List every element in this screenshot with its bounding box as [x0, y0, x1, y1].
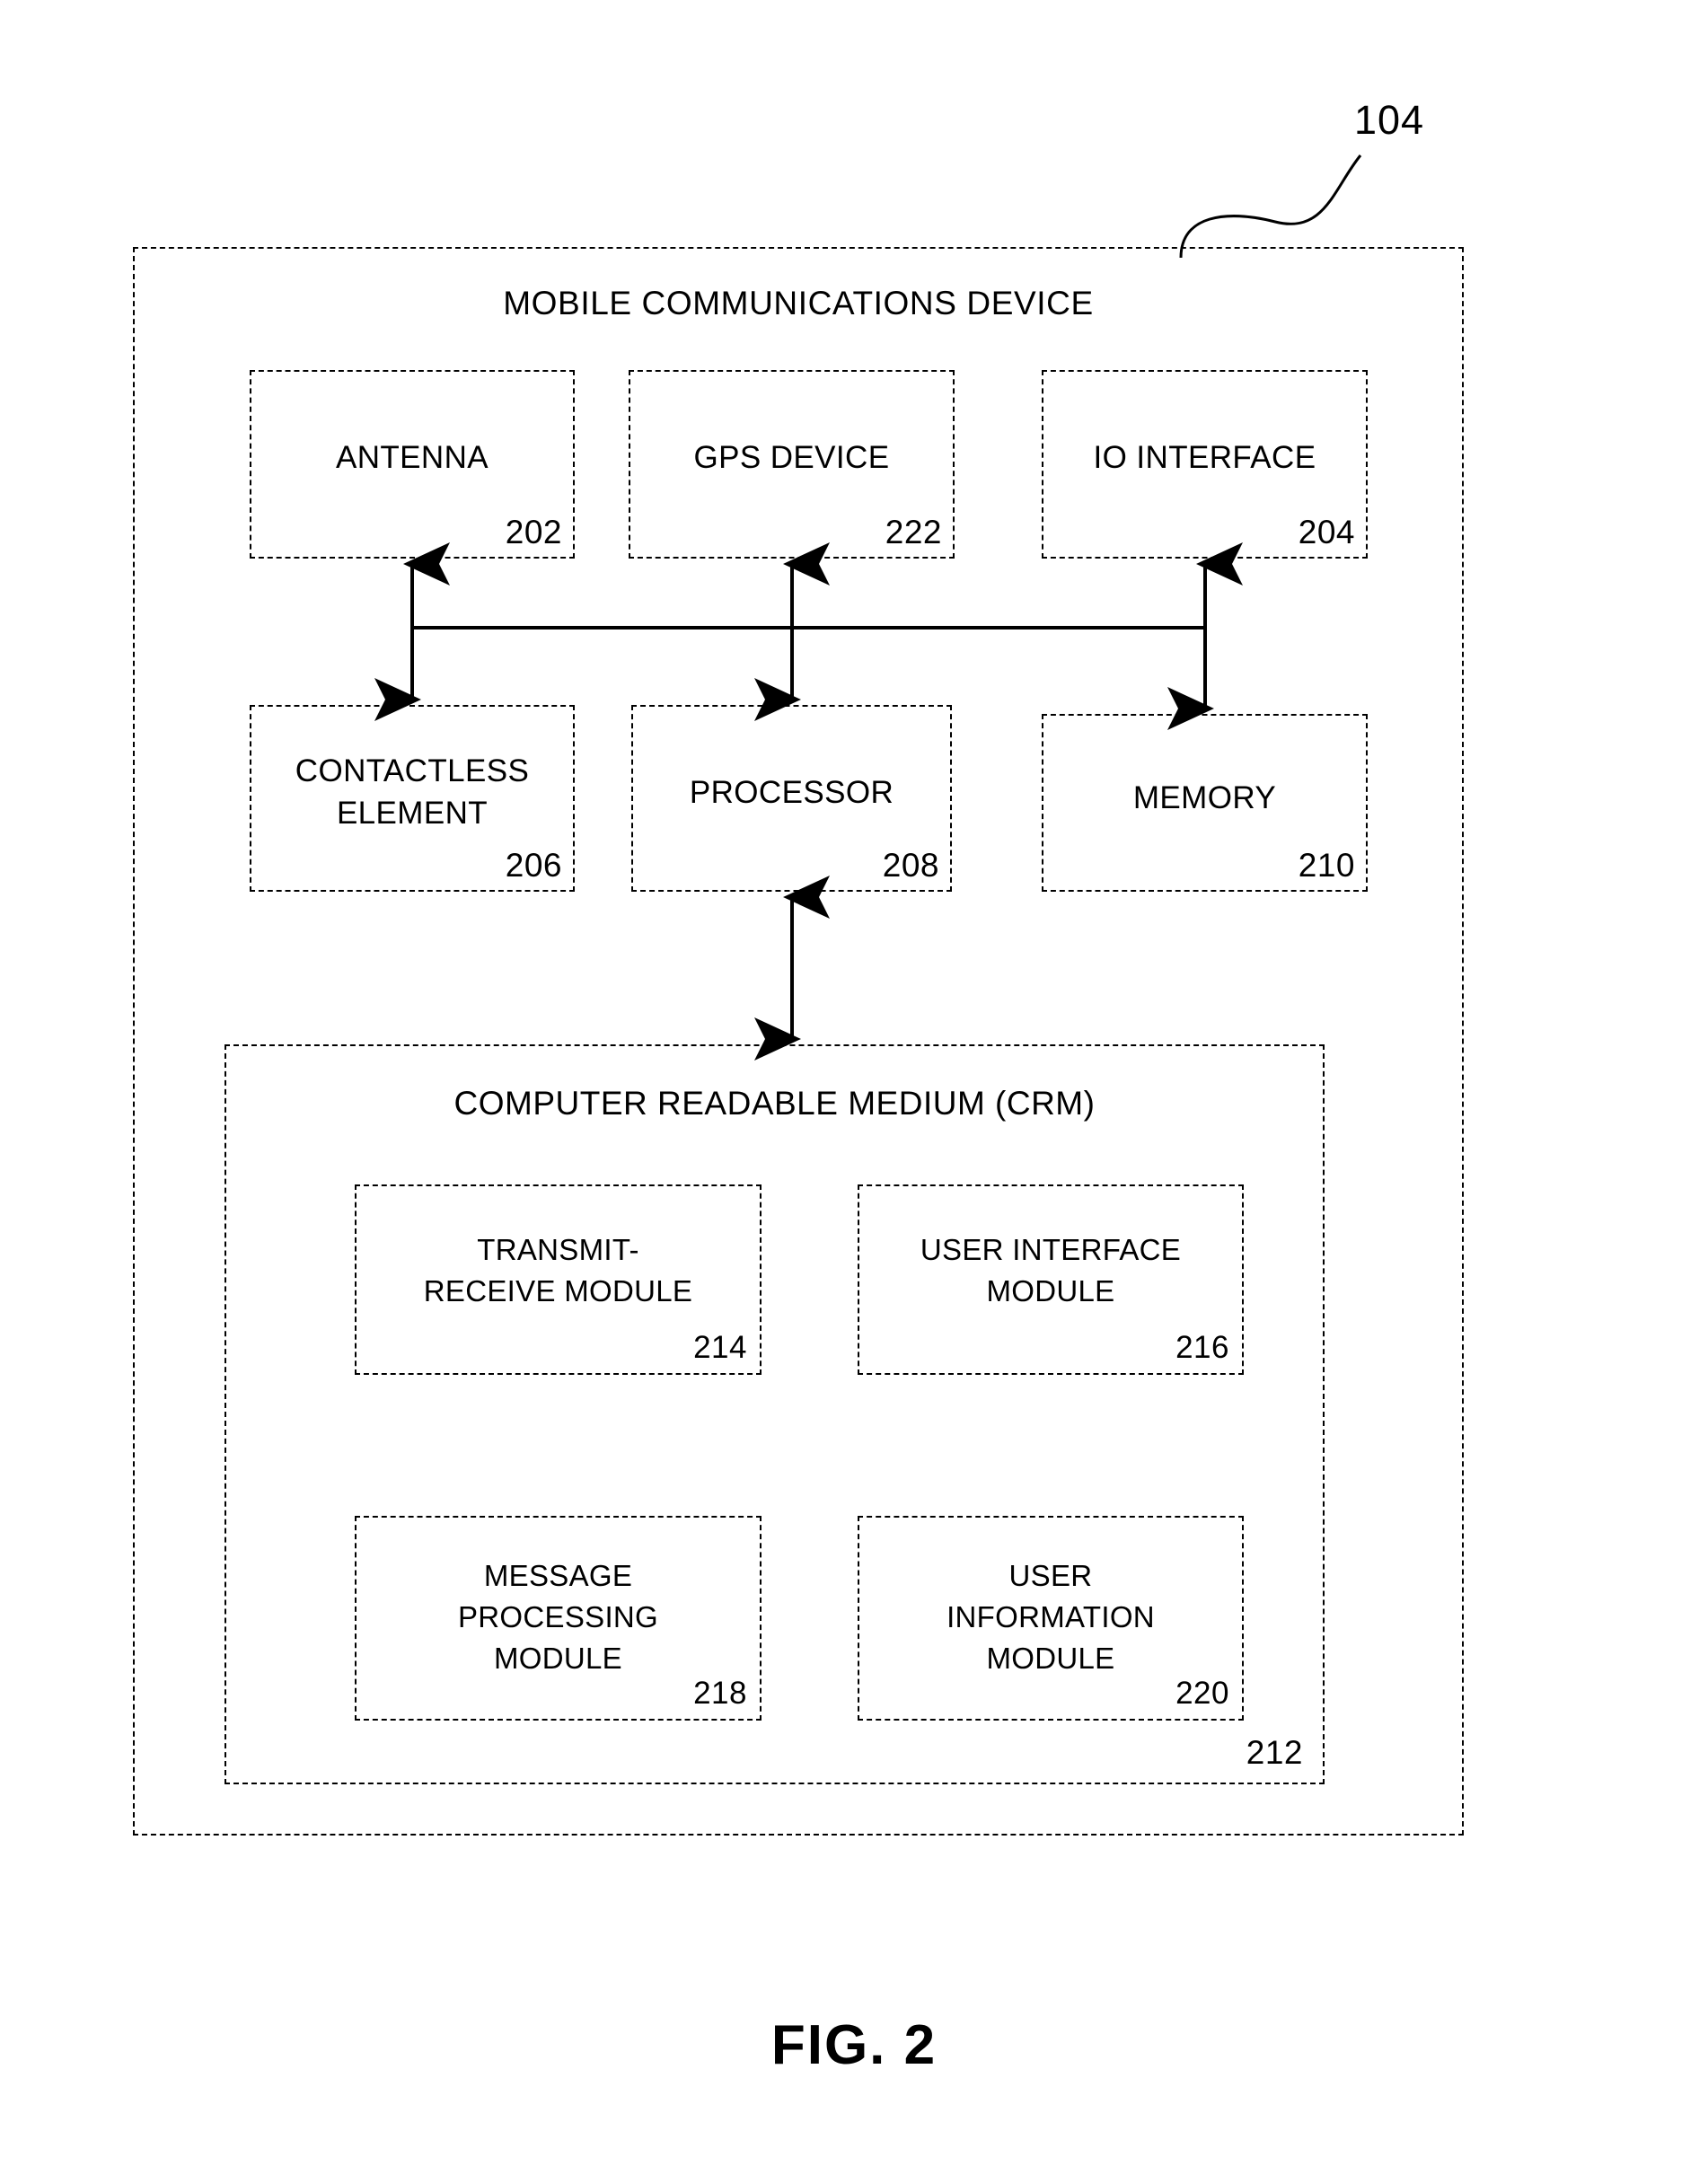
- block-gps-device: GPS DEVICE 222: [629, 370, 955, 559]
- block-io-interface-label: IO INTERFACE: [1093, 440, 1316, 475]
- block-antenna-label: ANTENNA: [335, 440, 489, 475]
- module-message-processing-ref: 218: [693, 1676, 747, 1711]
- block-contactless-element-label-line1: CONTACTLESS: [295, 753, 530, 788]
- module-user-information-label-line2: INFORMATION: [946, 1600, 1155, 1633]
- block-processor: PROCESSOR 208: [631, 705, 952, 892]
- module-transmit-receive-label-line2: RECEIVE MODULE: [423, 1274, 693, 1307]
- module-transmit-receive: TRANSMIT- RECEIVE MODULE 214: [355, 1184, 762, 1375]
- module-user-interface-label-line1: USER INTERFACE: [920, 1233, 1182, 1266]
- block-io-interface-ref: 204: [1298, 514, 1355, 550]
- block-antenna: ANTENNA 202: [250, 370, 575, 559]
- module-message-processing-label-line1: MESSAGE: [483, 1559, 633, 1592]
- module-user-information-label: USER INFORMATION MODULE: [859, 1555, 1242, 1679]
- block-gps-device-label: GPS DEVICE: [693, 440, 890, 475]
- module-user-interface-label: USER INTERFACE MODULE: [859, 1229, 1242, 1312]
- block-memory: MEMORY 210: [1042, 714, 1368, 892]
- module-transmit-receive-label-line1: TRANSMIT-: [477, 1233, 639, 1266]
- module-user-information-ref: 220: [1175, 1676, 1229, 1711]
- block-processor-ref: 208: [882, 847, 939, 884]
- figure-callout-ref: 104: [1354, 97, 1425, 143]
- module-transmit-receive-label: TRANSMIT- RECEIVE MODULE: [357, 1229, 760, 1312]
- module-message-processing-label: MESSAGE PROCESSING MODULE: [357, 1555, 760, 1679]
- module-user-interface-ref: 216: [1175, 1330, 1229, 1365]
- block-gps-device-ref: 222: [885, 514, 942, 550]
- module-transmit-receive-ref: 214: [693, 1330, 747, 1365]
- module-user-information-label-line3: MODULE: [986, 1642, 1115, 1675]
- crm-ref: 212: [1246, 1734, 1303, 1771]
- block-memory-label: MEMORY: [1132, 780, 1277, 815]
- module-user-information-label-line1: USER: [1008, 1559, 1093, 1592]
- block-contactless-element-label: CONTACTLESS ELEMENT: [251, 750, 573, 834]
- block-contactless-element-label-line2: ELEMENT: [336, 796, 489, 831]
- block-processor-label: PROCESSOR: [689, 775, 894, 810]
- crm-title: COMPUTER READABLE MEDIUM (CRM): [453, 1085, 1096, 1122]
- module-message-processing-label-line3: MODULE: [494, 1642, 622, 1675]
- block-io-interface: IO INTERFACE 204: [1042, 370, 1368, 559]
- block-contactless-element: CONTACTLESS ELEMENT 206: [250, 705, 575, 892]
- block-antenna-ref: 202: [505, 514, 562, 550]
- module-message-processing-label-line2: PROCESSING: [457, 1600, 659, 1633]
- callout-leader-line: [1179, 154, 1362, 259]
- module-user-information: USER INFORMATION MODULE 220: [858, 1516, 1244, 1721]
- module-message-processing: MESSAGE PROCESSING MODULE 218: [355, 1516, 762, 1721]
- module-user-interface-label-line2: MODULE: [986, 1274, 1115, 1307]
- block-contactless-element-ref: 206: [505, 847, 562, 884]
- module-user-interface: USER INTERFACE MODULE 216: [858, 1184, 1244, 1375]
- figure-caption: FIG. 2: [770, 2014, 938, 2076]
- block-memory-ref: 210: [1298, 847, 1355, 884]
- device-title: MOBILE COMMUNICATIONS DEVICE: [503, 285, 1094, 321]
